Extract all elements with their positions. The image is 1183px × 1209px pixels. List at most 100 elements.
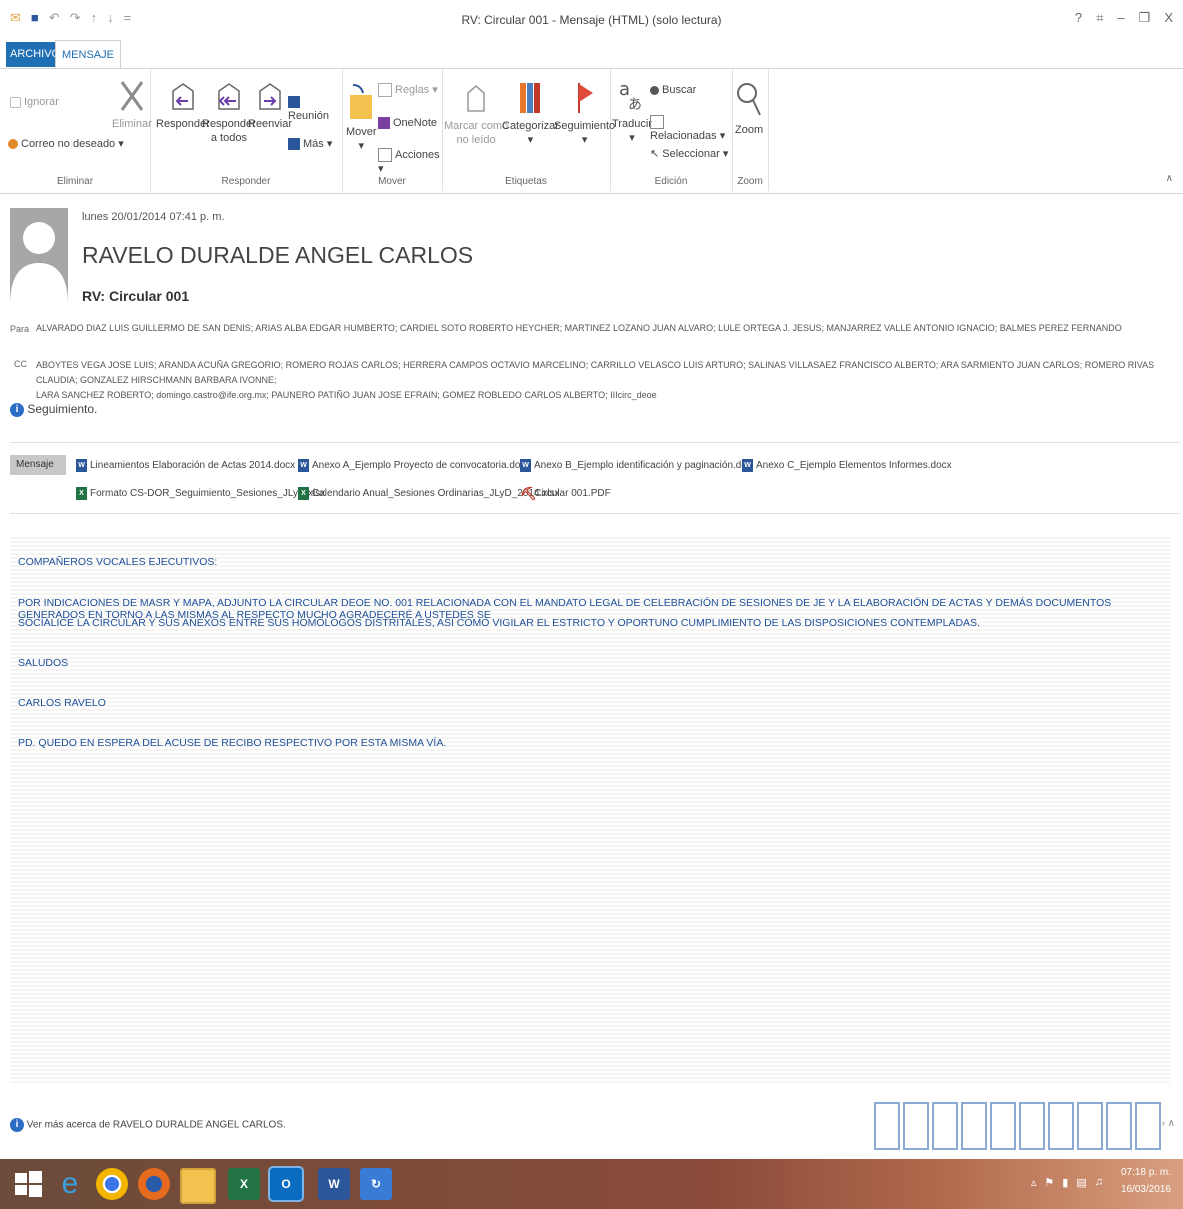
people-pane-info[interactable]: i Ver más acerca de RAVELO DURALDE ANGEL… [10, 1118, 286, 1132]
relacionadas-label: Relacionadas [650, 130, 717, 143]
followup-info: i Seguimiento. [10, 402, 97, 417]
windows-start-icon[interactable] [12, 1168, 44, 1200]
marcar-no-leido-button[interactable]: Marcar como no leído [444, 81, 508, 147]
expand-people-pane-icon[interactable]: › ∧ [1162, 1118, 1175, 1129]
seguimiento-label: Seguimiento [554, 120, 616, 132]
chrome-icon[interactable] [96, 1168, 128, 1200]
reglas-label: Reglas [395, 84, 430, 96]
info-icon: i [10, 402, 24, 417]
group-etiquetas: Marcar como no leído Categorizar ▾ Seguimi… [442, 69, 615, 191]
group-responder: Responder Responder a todos Reenviar Reun… [150, 69, 343, 191]
actions-icon [378, 148, 392, 163]
onenote-button[interactable]: OneNote [378, 116, 437, 130]
attachment-item[interactable]: X Formato CS-DOR_Seguimiento_Sesiones_JLy… [76, 487, 325, 500]
group-zoom: Zoom Zoom [732, 69, 769, 191]
ignore-icon [10, 96, 21, 108]
marcar-label: Marcar como [444, 120, 509, 132]
sender-name[interactable]: RAVELO DURALDE ANGEL CARLOS [82, 242, 473, 269]
attachment-name: Anexo A_Ejemplo Proyecto de convocatoria… [312, 460, 531, 472]
group-label: Eliminar [56, 176, 94, 187]
ribbon-display-icon[interactable]: ⌗ [1096, 10, 1103, 26]
traducir-label: Traducir [612, 118, 652, 130]
contact-avatar[interactable] [1135, 1102, 1161, 1150]
traducir-button[interactable]: aあ Traducir ▾ [612, 77, 652, 145]
reply-all-icon [218, 83, 240, 110]
attachment-item[interactable]: W Anexo B_Ejemplo identificación y pagina… [520, 459, 752, 472]
body-greeting: COMPAÑEROS VOCALES EJECUTIVOS: [18, 556, 218, 568]
cc-recipients[interactable]: ABOYTES VEGA JOSE LUIS; ARANDA ACUÑA GRE… [36, 358, 1176, 403]
mover-button[interactable]: Mover ▾ [346, 81, 377, 153]
eliminar-label: Eliminar [112, 118, 152, 130]
attachment-item[interactable]: W Anexo A_Ejemplo Proyecto de convocatori… [298, 459, 530, 472]
reglas-button[interactable]: Reglas ▾ [378, 83, 438, 98]
attachment-item[interactable]: W Lineamientos Elaboración de Actas 2014.… [76, 459, 295, 472]
marcar-label-2: no leído [456, 134, 496, 146]
clock[interactable]: 07:18 p. m. 16/03/2016 [1121, 1164, 1171, 1198]
to-recipients[interactable]: ALVARADO DIAZ LUIS GUILLERMO DE SAN DENI… [36, 323, 1176, 333]
app-icon[interactable]: ↻ [360, 1168, 392, 1200]
network-icon[interactable]: ▤ [1076, 1176, 1086, 1189]
group-label: Etiquetas [505, 176, 547, 187]
word-icon: W [76, 459, 87, 472]
contact-avatar[interactable] [990, 1102, 1016, 1150]
sent-date: lunes 20/01/2014 07:41 p. m. [82, 211, 225, 223]
attachment-item[interactable]: W Anexo C_Ejemplo Elementos Informes.docx [742, 459, 952, 472]
firefox-icon[interactable] [138, 1168, 170, 1200]
person-silhouette-icon [10, 222, 68, 306]
responder-todos-label-2: a todos [210, 132, 247, 144]
reunion-button[interactable]: Reunión [288, 95, 342, 123]
contact-avatar[interactable] [932, 1102, 958, 1150]
window-title: RV: Circular 001 - Mensaje (HTML) (solo … [461, 13, 722, 27]
buscar-label: Buscar [662, 84, 697, 96]
cc-line-1: ABOYTES VEGA JOSE LUIS; ARANDA ACUÑA GRE… [36, 360, 1155, 385]
contact-avatar[interactable] [961, 1102, 987, 1150]
group-label: Zoom [737, 176, 763, 187]
mas-button[interactable]: Más ▾ [288, 137, 332, 151]
minimize-icon[interactable]: – [1117, 10, 1124, 26]
group-label: Mover [378, 176, 406, 187]
ignorar-label: Ignorar [24, 96, 59, 108]
contact-avatar[interactable] [1048, 1102, 1074, 1150]
word-icon[interactable]: W [318, 1168, 350, 1200]
acciones-button[interactable]: Acciones ▾ [378, 148, 442, 176]
message-tab[interactable]: Mensaje [10, 455, 66, 475]
file-explorer-icon[interactable] [180, 1168, 216, 1204]
reenviar-button[interactable]: Reenviar [248, 81, 292, 131]
eliminar-button[interactable]: Eliminar [112, 79, 152, 131]
seguimiento-button[interactable]: Seguimiento ▾ [554, 81, 615, 147]
battery-icon[interactable]: ▮ [1062, 1176, 1068, 1189]
buscar-button[interactable]: Buscar [650, 83, 696, 97]
categorizar-button[interactable]: Categorizar ▾ [502, 81, 559, 147]
onenote-icon [378, 117, 390, 130]
contact-avatar[interactable] [874, 1102, 900, 1150]
zoom-button[interactable]: Zoom [735, 79, 763, 137]
group-label: Edición [654, 176, 688, 187]
close-icon[interactable]: X [1164, 10, 1173, 26]
contact-avatar[interactable] [903, 1102, 929, 1150]
contact-avatar[interactable] [1019, 1102, 1045, 1150]
tab-mensaje[interactable]: MENSAJE [55, 40, 121, 69]
excel-icon: X [298, 487, 309, 500]
collapse-ribbon-icon[interactable]: ∧ [1166, 173, 1173, 184]
contact-avatar[interactable] [1077, 1102, 1103, 1150]
flag-tray-icon[interactable]: ⚑ [1044, 1176, 1054, 1189]
correo-no-deseado-button[interactable]: Correo no deseado ▾ [8, 137, 124, 151]
volume-icon[interactable]: ♫ [1095, 1176, 1103, 1189]
junk-icon [8, 139, 18, 150]
ignorar-button[interactable]: Ignorar [10, 95, 59, 109]
restore-icon[interactable]: ❐ [1139, 10, 1151, 26]
attachment-name: Anexo B_Ejemplo identificación y paginac… [534, 460, 752, 472]
outlook-icon[interactable]: O [268, 1166, 304, 1202]
show-hidden-icon[interactable]: ▵ [1031, 1176, 1037, 1189]
attachment-item[interactable]: ⛏Circular 001.PDF [520, 487, 611, 500]
internet-explorer-icon[interactable]: e [54, 1168, 86, 1200]
mas-label: Más [303, 138, 324, 150]
attachment-name: Circular 001.PDF [534, 488, 611, 500]
relacionadas-button[interactable]: Relacionadas ▾ [650, 115, 732, 143]
help-icon[interactable]: ? [1075, 10, 1082, 26]
pdf-icon: ⛏ [520, 486, 537, 501]
seleccionar-button[interactable]: ↖ Seleccionar ▾ [650, 147, 728, 161]
excel-icon[interactable]: X [228, 1168, 260, 1200]
contact-avatar[interactable] [1106, 1102, 1132, 1150]
categorizar-label: Categorizar [502, 120, 559, 132]
